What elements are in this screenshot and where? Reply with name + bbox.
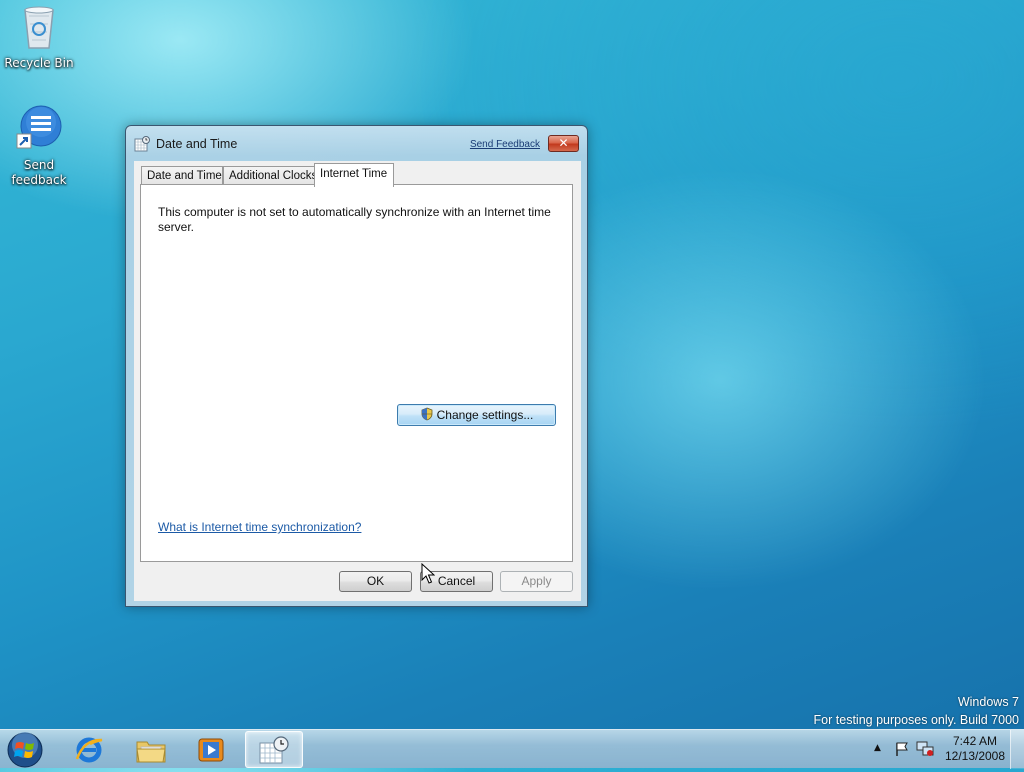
dialog-titlebar[interactable]: Date and Time Send Feedback ✕ [126,126,587,160]
recycle-bin-shortcut[interactable]: Recycle Bin [0,2,78,71]
taskbar: ▲ 7:42 AM 12/13/2008 [0,729,1024,769]
tab-internet-time[interactable]: Internet Time [314,163,394,187]
date-time-icon [134,136,150,152]
show-desktop-button[interactable] [1010,730,1024,769]
recycle-bin-label: Recycle Bin [4,56,74,70]
mouse-cursor-icon [421,562,436,588]
clock-time: 7:42 AM [952,734,998,748]
windows-orb-icon [7,732,43,768]
action-center-flag-icon[interactable] [894,741,910,760]
taskbar-windows-explorer[interactable] [122,731,180,768]
taskbar-internet-explorer[interactable] [60,731,118,768]
network-icon[interactable] [916,741,934,760]
date-time-icon [259,735,289,763]
tab-date-and-time[interactable]: Date and Time [141,166,223,186]
uac-shield-icon [420,407,434,424]
system-clock[interactable]: 7:42 AM 12/13/2008 [940,734,1010,764]
notification-area: ▲ 7:42 AM 12/13/2008 [864,730,1024,769]
recycle-bin-icon [0,2,78,54]
watermark-os-name: Windows 7 [957,695,1019,709]
sync-status-message: This computer is not set to automaticall… [158,205,551,234]
windows-explorer-icon [136,741,166,762]
date-time-dialog: Date and Time Send Feedback ✕ Date and T… [125,125,588,607]
change-settings-label: Change settings... [436,408,534,422]
show-hidden-icons-icon[interactable]: ▲ [874,743,881,753]
start-button[interactable] [6,731,44,769]
internet-time-help-link[interactable]: What is Internet time synchronization? [158,520,361,534]
clock-date: 12/13/2008 [944,749,1006,763]
watermark-build-info: For testing purposes only. Build 7000 [813,713,1019,727]
change-settings-button[interactable]: Change settings... [397,404,556,426]
apply-button[interactable]: Apply [500,571,573,592]
send-feedback-label: Send feedback [11,158,67,187]
dialog-title: Date and Time [156,137,238,151]
taskbar-date-time[interactable] [245,731,303,768]
ok-button[interactable]: OK [339,571,412,592]
send-feedback-icon [0,104,78,156]
send-feedback-shortcut[interactable]: Send feedback [0,104,78,188]
media-player-icon [198,738,224,761]
build-watermark: Windows 7 For testing purposes only. Bui… [814,693,1019,729]
send-feedback-link[interactable]: Send Feedback [470,139,540,150]
close-button[interactable]: ✕ [548,135,579,152]
taskbar-media-player[interactable] [182,731,240,768]
internet-time-panel: This computer is not set to automaticall… [140,184,573,562]
tab-additional-clocks[interactable]: Additional Clocks [223,166,317,186]
internet-explorer-icon [75,737,103,762]
dialog-client-area: Date and Time Additional Clocks Internet… [134,161,581,601]
